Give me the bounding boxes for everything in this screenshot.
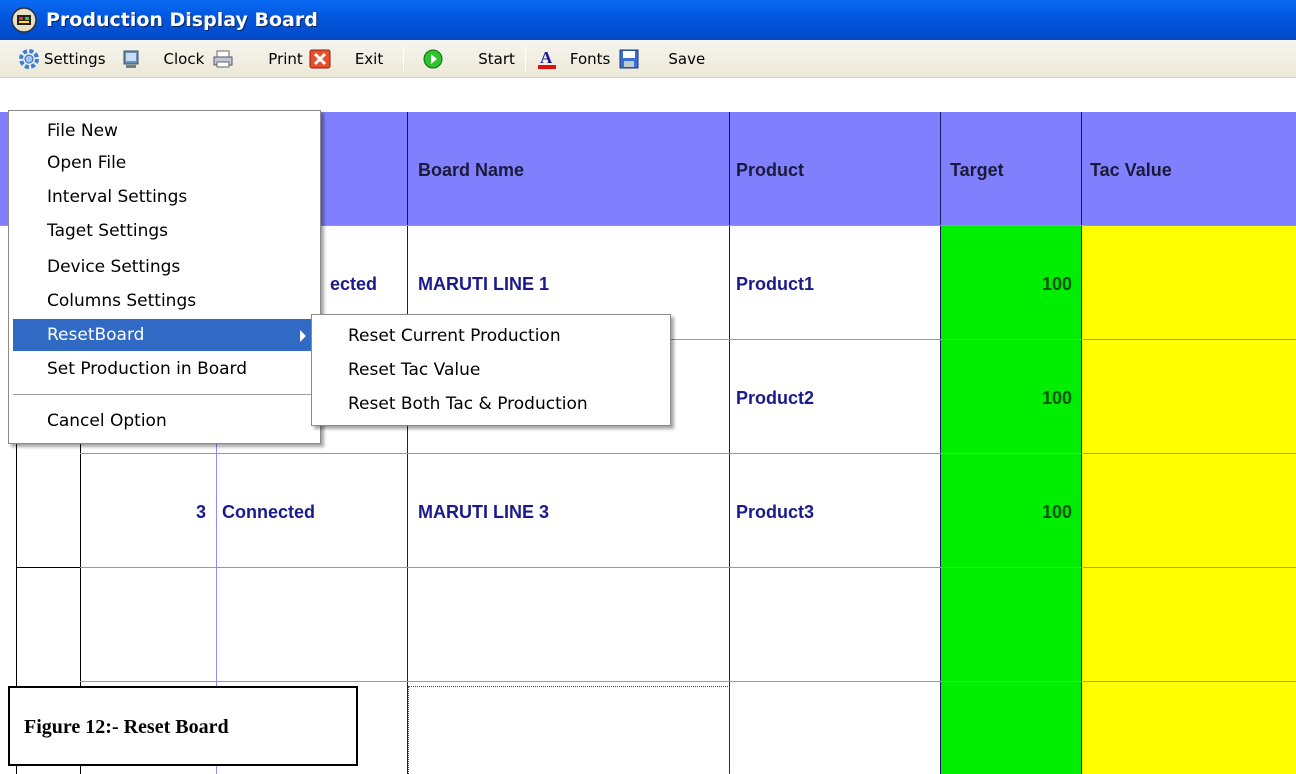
- submenu-item-reset-tac-value[interactable]: Reset Tac Value: [312, 353, 670, 387]
- toolbar-separator: [524, 45, 526, 72]
- exit-label: Exit: [354, 49, 384, 68]
- cell-board-name: MARUTI LINE 1: [418, 274, 550, 294]
- focused-cell[interactable]: [408, 686, 730, 774]
- menu-item-label: Device Settings: [47, 257, 181, 277]
- figure-caption-box: Figure 12:- Reset Board: [8, 686, 358, 766]
- start-label: Start: [478, 49, 515, 68]
- menu-item-device-settings[interactable]: Device Settings: [9, 251, 320, 283]
- grid-line: [80, 567, 1296, 568]
- exit-button[interactable]: Exit: [309, 40, 383, 77]
- grid-line: [16, 567, 80, 568]
- target-column-bg: [941, 226, 1081, 774]
- window-title: Production Display Board: [46, 9, 318, 31]
- settings-menu: File New Open File Interval Settings Tag…: [8, 110, 321, 444]
- fonts-button[interactable]: A Fonts: [536, 40, 610, 77]
- cell-board-name: MARUTI LINE 3: [418, 502, 550, 522]
- save-label: Save: [668, 49, 706, 68]
- cell-product: Product1: [736, 274, 815, 294]
- menu-item-set-production[interactable]: Set Production in Board: [9, 353, 320, 385]
- menu-item-reset-board[interactable]: ResetBoard: [13, 319, 316, 351]
- start-button[interactable]: Start: [422, 40, 515, 77]
- menu-item-label: Reset Current Production: [348, 326, 561, 346]
- toolbar: Settings Clock Print Exit Start A Fonts …: [0, 40, 1296, 78]
- floppy-disk-icon: [619, 49, 639, 68]
- fonts-label: Fonts: [569, 49, 611, 68]
- menu-item-label: Interval Settings: [47, 187, 188, 207]
- menu-item-target-settings[interactable]: Taget Settings: [9, 215, 320, 247]
- play-icon: [423, 49, 443, 68]
- font-color-icon: A: [537, 48, 556, 69]
- grid-line: [940, 112, 941, 774]
- save-button[interactable]: Save: [618, 40, 705, 77]
- cell-target: 100: [1041, 274, 1072, 294]
- column-header-board-name[interactable]: Board Name: [418, 160, 524, 181]
- grid-line: [407, 112, 408, 774]
- cell-status: ected: [330, 274, 378, 294]
- menu-item-columns-settings[interactable]: Columns Settings: [9, 285, 320, 317]
- cell-product: Product2: [736, 388, 815, 408]
- menu-item-label: Open File: [47, 153, 127, 173]
- gear-icon: [19, 48, 39, 69]
- cell-product: Product3: [736, 502, 815, 522]
- column-header-tac-value[interactable]: Tac Value: [1090, 160, 1172, 181]
- clock-label: Clock: [163, 49, 205, 68]
- menu-item-open-file[interactable]: Open File: [9, 147, 320, 179]
- menu-item-label: Reset Tac Value: [348, 360, 481, 380]
- menu-item-cancel-option[interactable]: Cancel Option: [9, 405, 320, 437]
- figure-caption: Figure 12:- Reset Board: [24, 716, 229, 738]
- clock-button[interactable]: Clock: [120, 40, 205, 77]
- print-label: Print: [268, 49, 303, 68]
- submenu-arrow-icon: [300, 330, 306, 342]
- svg-text:A: A: [540, 48, 553, 67]
- column-header-target[interactable]: Target: [950, 160, 1004, 181]
- menu-item-file-new[interactable]: File New: [9, 115, 320, 147]
- menu-item-label: Columns Settings: [47, 291, 197, 311]
- submenu-item-reset-current-production[interactable]: Reset Current Production: [312, 319, 670, 353]
- cell-target: 100: [1041, 388, 1072, 408]
- cell-target: 100: [1041, 502, 1072, 522]
- settings-label: Settings: [44, 49, 106, 68]
- grid-line: [80, 453, 1296, 454]
- menu-item-label: Taget Settings: [47, 221, 169, 241]
- grid-line: [729, 112, 730, 774]
- printer-icon: [213, 50, 233, 67]
- app-icon: [11, 7, 37, 33]
- grid-line: [1081, 112, 1082, 774]
- reset-board-submenu: Reset Current Production Reset Tac Value…: [311, 314, 671, 426]
- menu-item-label: ResetBoard: [47, 325, 145, 345]
- menu-item-label: File New: [47, 121, 118, 141]
- toolbar-separator: [403, 45, 405, 72]
- title-bar[interactable]: Production Display Board: [0, 0, 1296, 40]
- monitor-icon: [123, 50, 139, 68]
- close-icon: [309, 49, 331, 68]
- tac-column-bg: [1082, 226, 1296, 774]
- menu-separator: [13, 394, 316, 395]
- column-header-product[interactable]: Product: [736, 160, 804, 181]
- menu-item-label: Reset Both Tac & Production: [348, 394, 588, 414]
- grid-line: [80, 681, 1296, 682]
- menu-item-label: Set Production in Board: [47, 359, 248, 379]
- cell-index: 3: [196, 502, 207, 522]
- menu-item-interval-settings[interactable]: Interval Settings: [9, 181, 320, 213]
- submenu-item-reset-both[interactable]: Reset Both Tac & Production: [312, 387, 670, 421]
- print-button[interactable]: Print: [212, 40, 303, 77]
- cell-status: Connected: [222, 502, 316, 522]
- settings-button[interactable]: Settings: [18, 40, 106, 77]
- menu-item-label: Cancel Option: [47, 411, 167, 431]
